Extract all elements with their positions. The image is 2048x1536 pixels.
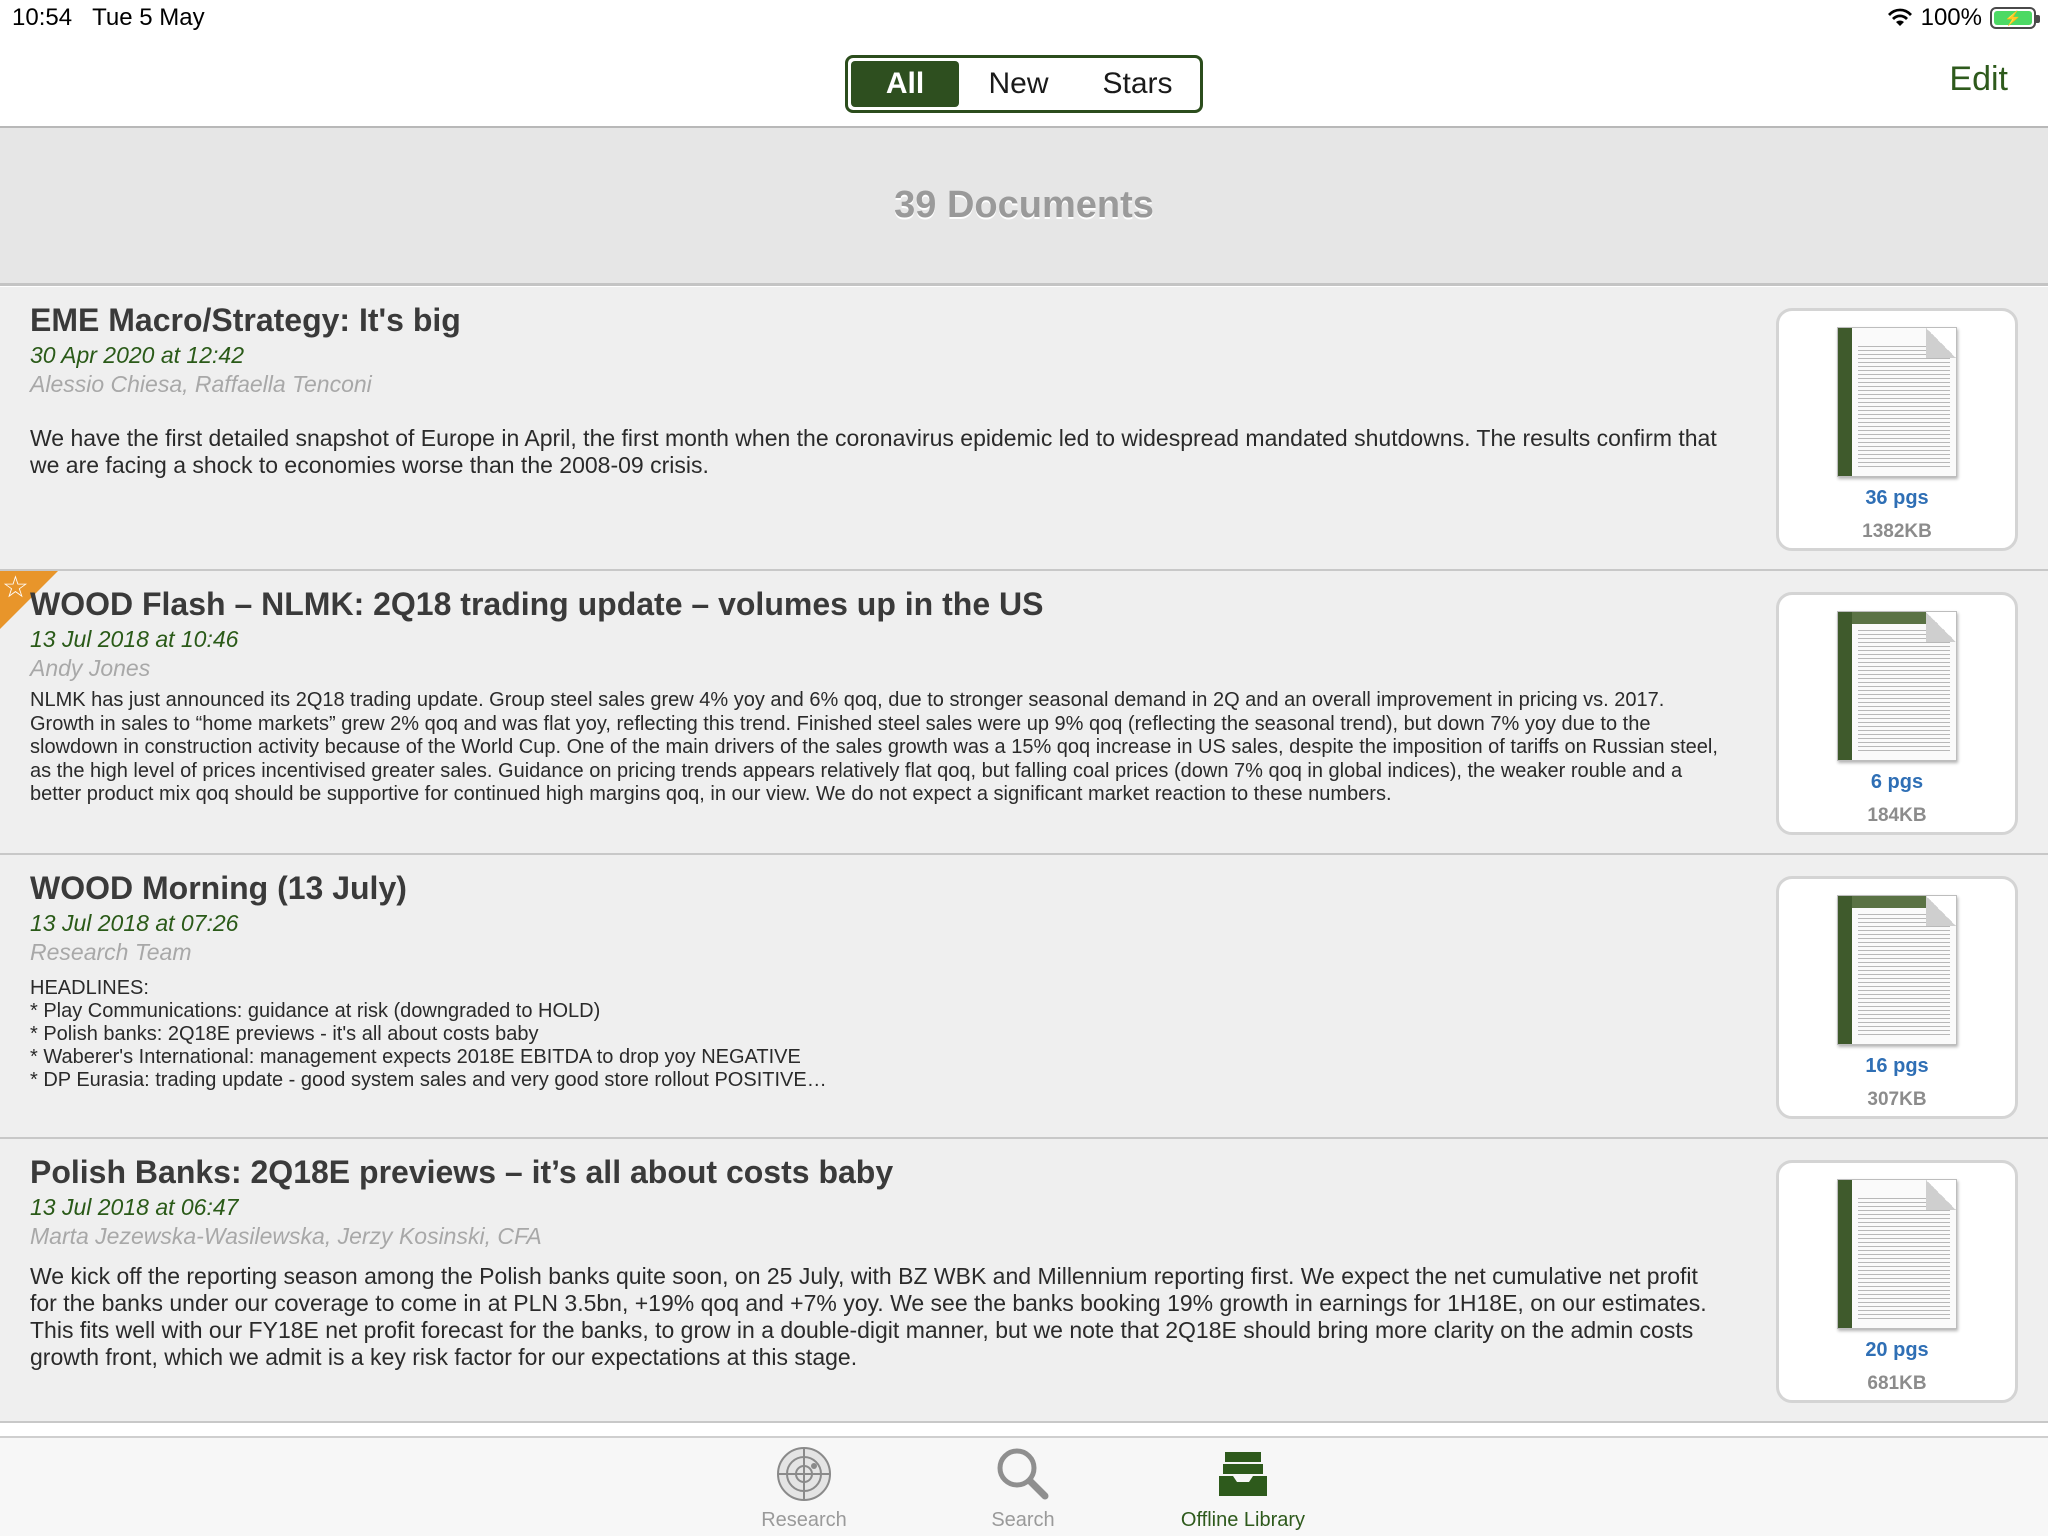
document-title: Polish Banks: 2Q18E previews – it’s all … <box>30 1154 894 1190</box>
document-thumbnail <box>1837 895 1957 1045</box>
segment-all[interactable]: All <box>851 61 959 107</box>
document-summary: We kick off the reporting season among t… <box>30 1263 1707 1370</box>
tab-label: Offline Library <box>1180 1509 1306 1531</box>
document-thumbnail-card[interactable]: 36 pgs 1382KB <box>1776 308 2018 551</box>
segment-new[interactable]: New <box>959 61 1078 107</box>
document-date: 30 Apr 2020 at 12:42 <box>30 342 244 368</box>
document-date: 13 Jul 2018 at 10:46 <box>30 626 239 652</box>
battery-percent: 100% <box>1920 4 1982 31</box>
document-authors: Andy Jones <box>30 655 151 681</box>
document-page-count: 6 pgs <box>1870 771 1924 793</box>
document-summary: HEADLINES: * Play Communications: guidan… <box>30 977 827 1091</box>
tab-label: Research <box>761 1509 847 1531</box>
document-row[interactable]: EME Macro/Strategy: It's big 30 Apr 2020… <box>0 287 2048 571</box>
document-thumbnail <box>1837 1179 1957 1329</box>
battery-icon: ⚡ <box>1990 7 2040 29</box>
document-text: EME Macro/Strategy: It's big 30 Apr 2020… <box>30 301 1720 479</box>
filter-segmented-control: All New Stars <box>845 55 1203 113</box>
document-date: 13 Jul 2018 at 07:26 <box>30 910 239 936</box>
document-authors: Research Team <box>30 939 192 965</box>
radar-icon <box>777 1447 831 1501</box>
document-page-count: 16 pgs <box>1865 1055 1929 1077</box>
segment-stars[interactable]: Stars <box>1078 61 1197 107</box>
documents-count-header: 39 Documents <box>0 128 2048 286</box>
tab-search[interactable]: Search <box>953 1446 1093 1532</box>
status-right: 100% ⚡ <box>1887 4 2040 32</box>
tab-research[interactable]: Research <box>734 1446 874 1532</box>
document-thumbnail-card[interactable]: 6 pgs 184KB <box>1776 592 2018 835</box>
document-list: EME Macro/Strategy: It's big 30 Apr 2020… <box>0 287 2048 1423</box>
nav-bar: All New Stars Edit <box>0 40 2048 128</box>
tab-label: Search <box>991 1509 1055 1531</box>
document-thumbnail-card[interactable]: 16 pgs 307KB <box>1776 876 2018 1119</box>
document-row[interactable]: WOOD Morning (13 July) 13 Jul 2018 at 07… <box>0 855 2048 1139</box>
document-title: WOOD Flash – NLMK: 2Q18 trading update –… <box>30 586 1044 622</box>
documents-count: 39 Documents <box>894 184 1154 226</box>
document-row[interactable]: ☆ WOOD Flash – NLMK: 2Q18 trading update… <box>0 571 2048 855</box>
magnifier-icon <box>997 1448 1049 1500</box>
document-file-size: 1382KB <box>1862 521 1932 542</box>
wifi-icon <box>1887 8 1912 26</box>
document-thumbnail-card[interactable]: 20 pgs 681KB <box>1776 1160 2018 1403</box>
document-text: WOOD Flash – NLMK: 2Q18 trading update –… <box>30 585 1720 807</box>
document-thumbnail <box>1837 611 1957 761</box>
document-file-size: 681KB <box>1867 1373 1927 1394</box>
inbox-tray-icon <box>1219 1452 1267 1496</box>
document-authors: Marta Jezewska-Wasilewska, Jerzy Kosinsk… <box>30 1223 542 1249</box>
status-bar: 10:54 Tue 5 May 100% ⚡ <box>0 0 2048 40</box>
document-authors: Alessio Chiesa, Raffaella Tenconi <box>30 371 372 397</box>
document-summary: We have the first detailed snapshot of E… <box>30 425 1717 478</box>
document-file-size: 184KB <box>1867 805 1927 826</box>
tab-offline-library[interactable]: Offline Library <box>1173 1446 1313 1532</box>
document-page-count: 20 pgs <box>1865 1339 1929 1361</box>
document-text: WOOD Morning (13 July) 13 Jul 2018 at 07… <box>30 869 1720 1092</box>
tab-bar: Research Search Offline Library <box>0 1436 2048 1536</box>
edit-button[interactable]: Edit <box>1949 60 2008 99</box>
document-title: WOOD Morning (13 July) <box>30 870 407 906</box>
document-title: EME Macro/Strategy: It's big <box>30 302 461 338</box>
document-date: 13 Jul 2018 at 06:47 <box>30 1194 239 1220</box>
document-page-count: 36 pgs <box>1865 487 1929 509</box>
star-icon: ☆ <box>2 571 29 605</box>
document-summary: NLMK has just announced its 2Q18 trading… <box>30 689 1718 805</box>
document-file-size: 307KB <box>1867 1089 1927 1110</box>
document-thumbnail <box>1837 327 1957 477</box>
document-text: Polish Banks: 2Q18E previews – it’s all … <box>30 1153 1720 1371</box>
status-time: 10:54 Tue 5 May <box>12 4 205 31</box>
document-row[interactable]: Polish Banks: 2Q18E previews – it’s all … <box>0 1139 2048 1423</box>
